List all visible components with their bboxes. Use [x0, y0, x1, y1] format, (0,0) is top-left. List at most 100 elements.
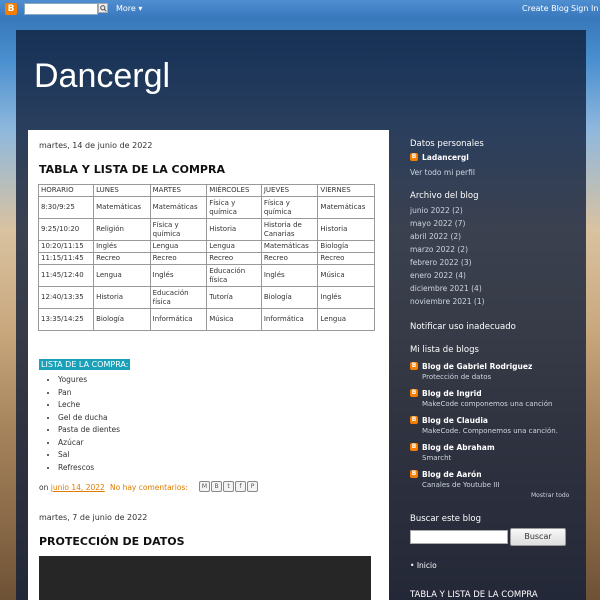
table-cell: Informática [149, 308, 208, 331]
schedule-table: HORARIO LUNES MARTES MIÉRCOLES JUEVES VIERNES… [37, 184, 375, 331]
blog-list-item-name[interactable]: Blog de Ingrid [422, 389, 482, 398]
email-share-icon[interactable]: M [199, 481, 210, 492]
table-cell: Lengua [317, 308, 375, 331]
table-cell: Educación física [206, 264, 262, 287]
profile-name-link[interactable]: Ladancergl [422, 153, 469, 162]
blog-list-item-post[interactable]: Smarcht [422, 454, 451, 462]
blog-list-item-post[interactable]: MakeCode. Componemos una canción. [422, 427, 558, 435]
table-row: 11:45/12:40 Lengua Inglés Educación física I… [37, 264, 375, 287]
table-cell: VIERNES [317, 184, 375, 197]
table-cell: Informática [260, 308, 319, 331]
table-cell: Inglés [93, 240, 151, 253]
blog-list-item-post[interactable]: Canales de Youtube III [422, 481, 499, 489]
main-posts-column: martes, 14 de junio de 2022 TABLA Y LIST… [28, 130, 389, 600]
more-menu[interactable]: More ▾ [116, 4, 142, 13]
table-cell: 11:15/11:45 [37, 252, 95, 265]
table-row: 9:25/10:20 Religión Física y química Histor… [37, 218, 375, 241]
blogger-icon: B [410, 416, 418, 424]
table-cell: Física y química [260, 196, 319, 219]
list-item: Sal [58, 449, 120, 462]
navbar-search-input[interactable] [24, 3, 98, 15]
table-cell: Historia [206, 218, 262, 241]
table-cell: Matemáticas [93, 196, 151, 219]
post-date: martes, 14 de junio de 2022 [39, 141, 153, 150]
blog-list-item-post[interactable]: Protección de datos [422, 373, 491, 381]
archive-item[interactable]: noviembre 2021 (1) [410, 297, 485, 306]
blog-list-item-name[interactable]: Blog de Abraham [422, 443, 495, 452]
shopping-list: YoguresPanLecheGel de duchaPasta de dien… [46, 374, 120, 474]
table-cell: Religión [93, 218, 151, 241]
archive-item[interactable]: junio 2022 (2) [410, 206, 463, 215]
table-cell: Tutoría [206, 286, 262, 309]
pages-list-item[interactable]: • Inicio [410, 561, 437, 570]
navbar-search-button[interactable] [98, 3, 108, 13]
table-cell: Lengua [149, 240, 208, 253]
blog-list-item-name[interactable]: Blog de Gabriel Rodriguez [422, 362, 532, 371]
sign-in-link[interactable]: Sign In [571, 4, 598, 13]
blogger-logo-icon[interactable]: B [5, 3, 17, 15]
table-cell: 11:45/12:40 [37, 264, 95, 287]
blogger-icon: B [410, 153, 418, 161]
twitter-share-icon[interactable]: t [223, 481, 234, 492]
table-row: 10:20/11:15 Inglés Lengua Lengua Matemáticas… [37, 240, 375, 253]
blog-search-button[interactable]: Buscar [510, 528, 566, 546]
table-cell: Recreo [206, 252, 262, 265]
table-cell: Lengua [93, 264, 151, 287]
comments-link[interactable]: No hay comentarios: [110, 483, 188, 492]
table-cell: Recreo [149, 252, 208, 265]
archive-item[interactable]: marzo 2022 (2) [410, 245, 468, 254]
list-item: Refrescos [58, 462, 120, 475]
table-cell: Historia de Canarias [260, 218, 319, 241]
table-cell: Lengua [206, 240, 262, 253]
archive-item[interactable]: mayo 2022 (7) [410, 219, 465, 228]
archive-item[interactable]: enero 2022 (4) [410, 271, 466, 280]
blogger-icon: B [410, 362, 418, 370]
table-cell: MIÉRCOLES [206, 184, 262, 197]
archive-heading: Archivo del blog [410, 191, 479, 201]
post-permalink[interactable]: junio 14, 2022 [51, 483, 105, 492]
blogthis-share-icon[interactable]: B [211, 481, 222, 492]
search-icon [100, 5, 107, 12]
archive-item[interactable]: febrero 2022 (3) [410, 258, 472, 267]
blog-search-input[interactable] [410, 530, 508, 544]
table-cell: Historia [93, 286, 151, 309]
table-cell: Matemáticas [149, 196, 208, 219]
post-title[interactable]: TABLA Y LISTA DE LA COMPRA [39, 163, 225, 176]
view-profile-link[interactable]: Ver todo mi perfil [410, 168, 475, 177]
list-item: Azúcar [58, 437, 120, 450]
archive-item[interactable]: abril 2022 (2) [410, 232, 461, 241]
share-buttons: MBtfP [199, 481, 259, 492]
facebook-share-icon[interactable]: f [235, 481, 246, 492]
post-title[interactable]: PROTECCIÓN DE DATOS [39, 535, 185, 548]
archive-item[interactable]: diciembre 2021 (4) [410, 284, 482, 293]
table-cell: 9:25/10:20 [37, 218, 95, 241]
table-cell: Matemáticas [317, 196, 375, 219]
table-row: 8:30/9:25 Matemáticas Matemáticas Física y … [37, 196, 375, 219]
embedded-video[interactable] [39, 556, 371, 600]
blog-list-heading: Mi lista de blogs [410, 345, 479, 355]
list-item: Pasta de dientes [58, 424, 120, 437]
table-cell: Biología [260, 286, 319, 309]
create-blog-link[interactable]: Create Blog [522, 4, 569, 13]
table-cell: Historia [317, 218, 375, 241]
blog-list-item-name[interactable]: Blog de Claudia [422, 416, 488, 425]
page-link-home[interactable]: Inicio [417, 561, 437, 570]
pinterest-share-icon[interactable]: P [247, 481, 258, 492]
table-cell: Inglés [317, 286, 375, 309]
blog-list-item-post[interactable]: MakeCode componemos una canción [422, 400, 552, 408]
show-all-link[interactable]: Mostrar todo [531, 492, 569, 499]
blog-list-item-name[interactable]: Blog de Aarón [422, 470, 482, 479]
bottom-widget-heading[interactable]: TABLA Y LISTA DE LA COMPRA [410, 590, 538, 600]
search-heading: Buscar este blog [410, 514, 482, 524]
post-footer: on junio 14, 2022 No hay comentarios: MB… [39, 481, 379, 492]
table-cell: 8:30/9:25 [37, 196, 95, 219]
table-cell: Música [317, 264, 375, 287]
table-row: 12:40/13:35 Historia Educación física Tutor… [37, 286, 375, 309]
table-cell: Biología [93, 308, 151, 331]
blog-title[interactable]: Dancergl [34, 56, 170, 96]
table-row: 13:35/14:25 Biología Informática Música Info… [37, 308, 375, 331]
report-abuse-heading[interactable]: Notificar uso inadecuado [410, 322, 516, 332]
blogger-icon: B [410, 389, 418, 397]
footer-on-label: on [39, 483, 49, 492]
table-row: 11:15/11:45 Recreo Recreo Recreo Recreo Recre… [37, 252, 375, 265]
